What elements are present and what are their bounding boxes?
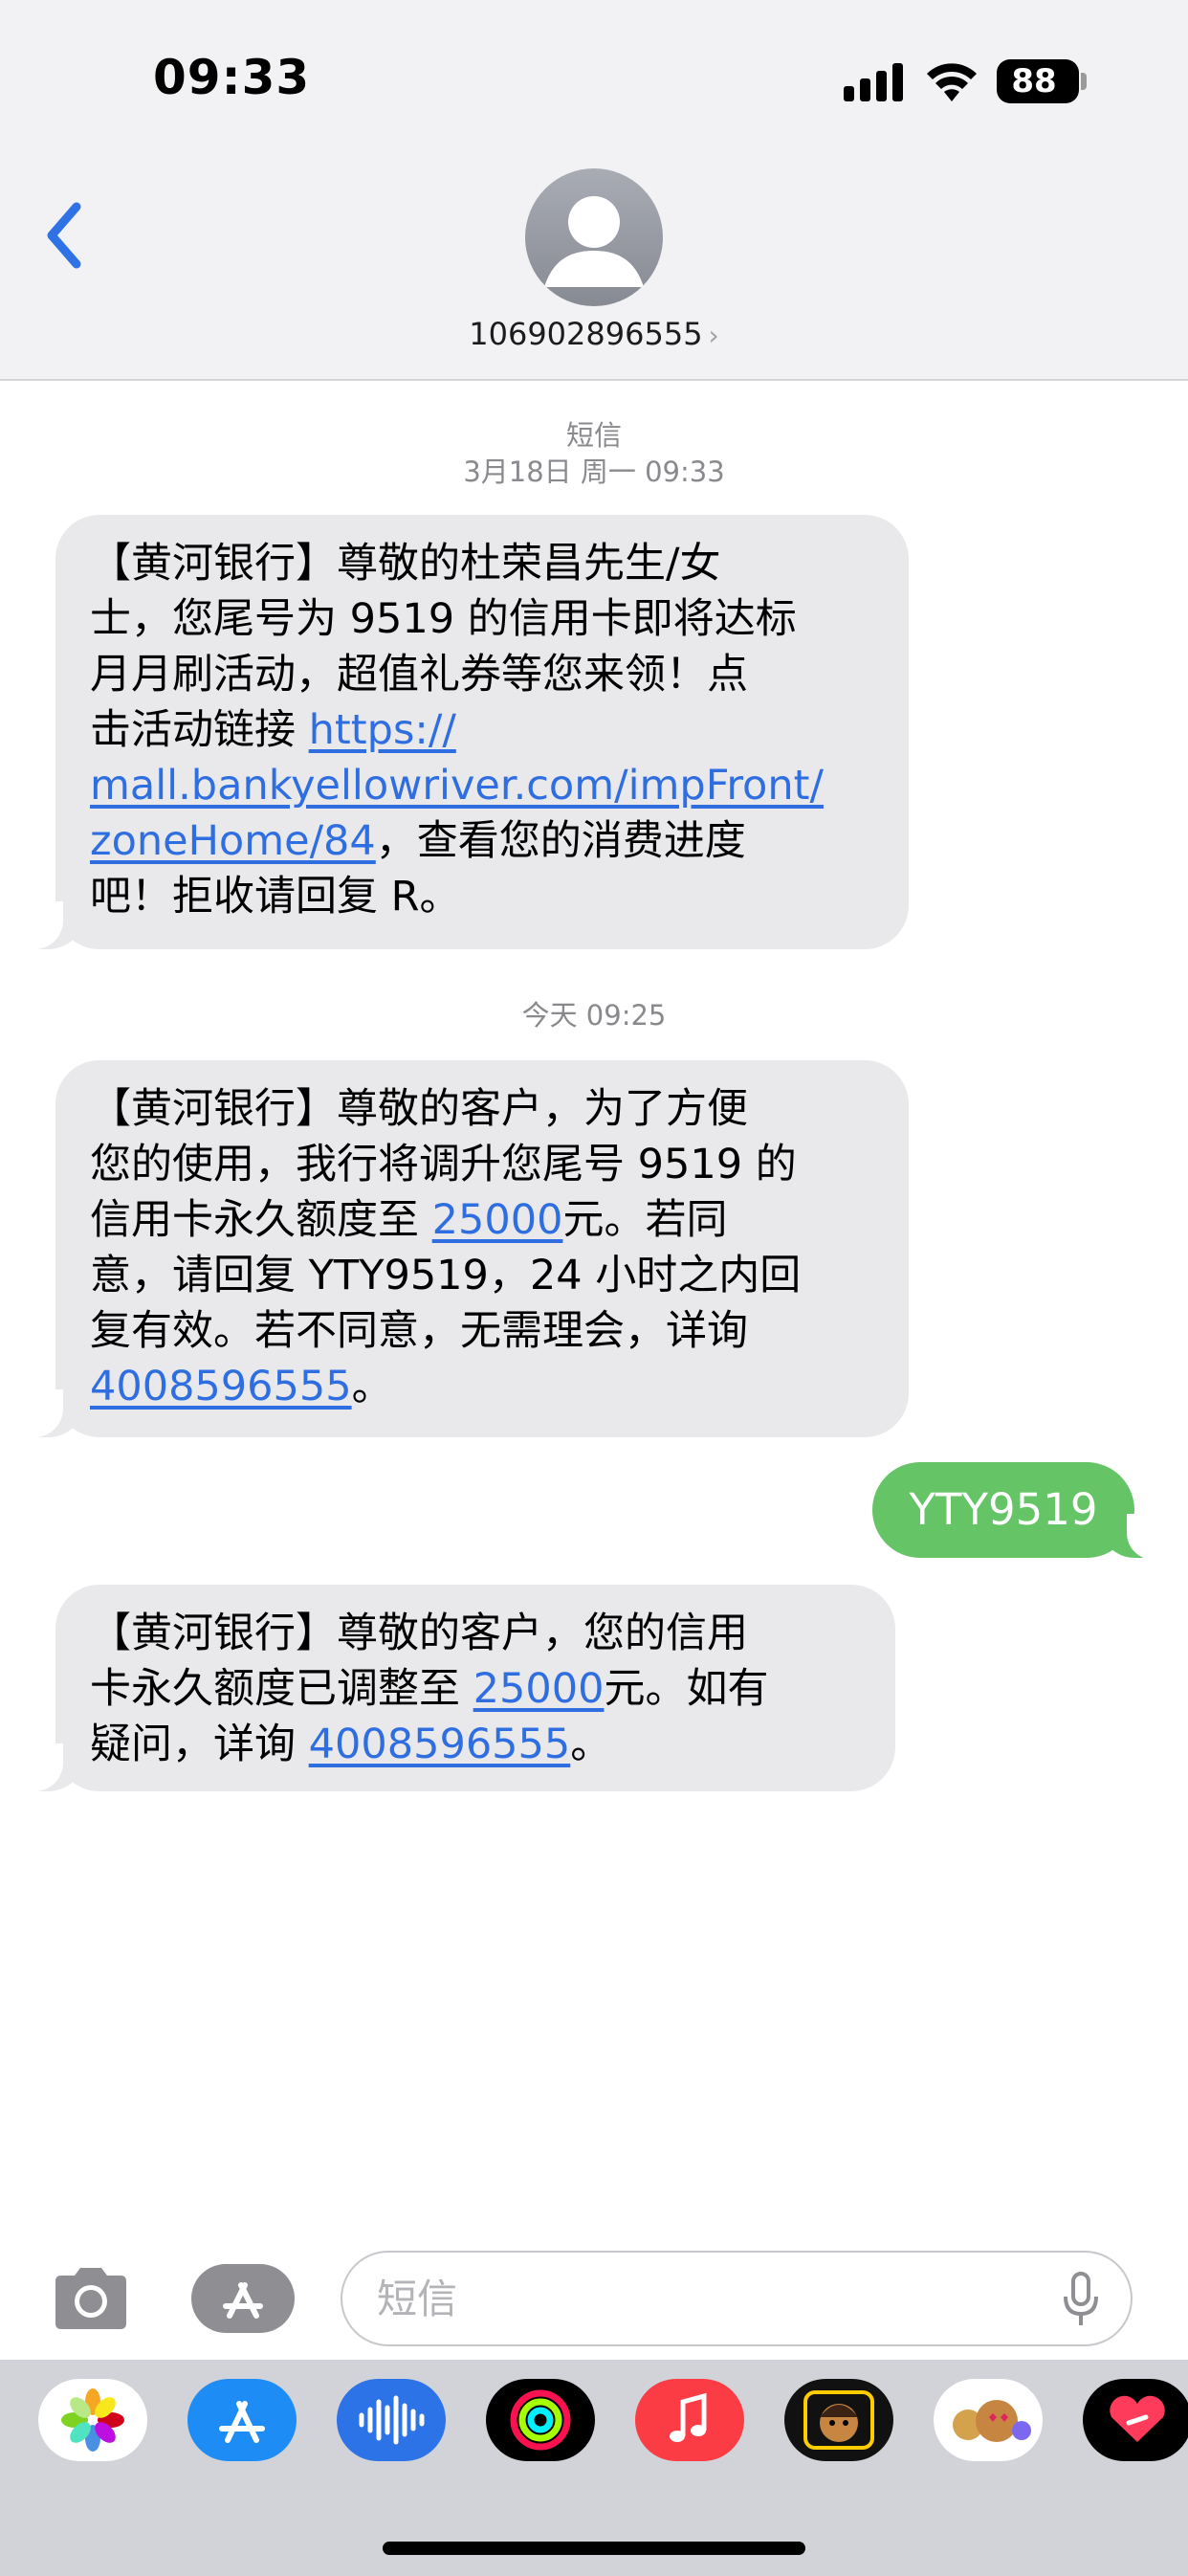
message-line: 击活动链接 https:// — [90, 706, 456, 754]
message-line: 【黄河银行】尊敬的客户，为了方便 — [90, 1085, 748, 1133]
app-store-button[interactable] — [191, 2264, 295, 2333]
message-line: 士，您尾号为 9519 的信用卡即将达标 — [90, 595, 797, 643]
promo-link[interactable]: https:// — [309, 706, 456, 754]
phone-number-link[interactable]: 4008596555 — [309, 1721, 571, 1768]
message-line: zoneHome/84，查看您的消费进度 — [90, 817, 746, 865]
battery-terminal — [1081, 73, 1087, 90]
memoji-app-icon[interactable] — [784, 2379, 893, 2461]
promo-link[interactable]: zoneHome/84 — [90, 817, 376, 865]
message-line: 意，请回复 YTY9519，24 小时之内回 — [90, 1252, 802, 1299]
cellular-signal-icon — [844, 63, 905, 101]
message-line: 信用卡永久额度至 25000元。若同 — [90, 1196, 728, 1244]
message-line: 您的使用，我行将调升您尾号 9519 的 — [90, 1141, 797, 1188]
wifi-icon — [927, 63, 977, 101]
service-label: 短信 — [565, 419, 622, 452]
message-timestamp: 3月18日 周一 09:33 — [463, 455, 725, 488]
amount-link[interactable]: 25000 — [473, 1665, 605, 1713]
status-time: 09:33 — [153, 50, 311, 105]
photos-app-icon[interactable] — [38, 2379, 147, 2461]
contact-avatar[interactable] — [525, 168, 663, 306]
message-line: 吧！拒收请回复 R。 — [90, 873, 461, 921]
message-line: 【黄河银行】尊敬的客户，您的信用 — [90, 1610, 748, 1657]
home-indicator[interactable] — [383, 2542, 805, 2555]
person-silhouette-icon — [544, 196, 644, 287]
back-chevron-icon[interactable] — [38, 197, 96, 274]
battery-level: 88 — [1011, 62, 1057, 100]
message-line: 卡永久额度已调整至 25000元。如有 — [90, 1665, 769, 1713]
audio-message-app-icon[interactable] — [337, 2379, 446, 2461]
app-store-app-icon[interactable] — [187, 2379, 297, 2461]
incoming-message-bubble[interactable]: 【黄河银行】尊敬的杜荣昌先生/女 士，您尾号为 9519 的信用卡即将达标 月月… — [55, 515, 909, 949]
outgoing-message-bubble[interactable]: YTY9519 — [872, 1462, 1134, 1558]
message-input[interactable] — [341, 2251, 1133, 2346]
fitness-rings-app-icon[interactable] — [486, 2379, 595, 2461]
message-timestamp: 今天 09:25 — [521, 999, 667, 1032]
music-app-icon[interactable] — [635, 2379, 744, 2461]
message-line: 【黄河银行】尊敬的杜荣昌先生/女 — [90, 540, 721, 588]
contact-name-row[interactable]: 106902896555 › — [0, 316, 1188, 352]
message-line: 复有效。若不同意，无需理会，详询 — [90, 1307, 748, 1355]
app-store-icon — [223, 2282, 263, 2319]
amount-link[interactable]: 25000 — [432, 1196, 563, 1244]
message-line: 月月刷活动，超值礼券等您来领！点 — [90, 651, 748, 699]
battery-icon: 88 — [997, 59, 1079, 103]
phone-number-link[interactable]: 4008596555 — [90, 1363, 352, 1410]
contact-number: 106902896555 — [469, 316, 703, 352]
promo-link[interactable]: mall.bankyellowriver.com/impFront/ — [90, 762, 824, 810]
incoming-message-bubble[interactable]: 【黄河银行】尊敬的客户，为了方便 您的使用，我行将调升您尾号 9519 的 信用… — [55, 1060, 909, 1437]
incoming-message-bubble[interactable]: 【黄河银行】尊敬的客户，您的信用 卡永久额度已调整至 25000元。如有 疑问，… — [55, 1585, 895, 1791]
camera-icon[interactable] — [48, 2264, 134, 2333]
message-line: 疑问，详询 4008596555。 — [90, 1721, 612, 1768]
animoji-stickers-app-icon[interactable] — [934, 2379, 1043, 2461]
conversation-header: 09:33 88 106902896555 › — [0, 0, 1188, 381]
microphone-icon[interactable] — [1062, 2272, 1100, 2327]
message-line: 4008596555。 — [90, 1363, 393, 1410]
digital-touch-app-icon[interactable] — [1083, 2379, 1188, 2461]
message-line: mall.bankyellowriver.com/impFront/ — [90, 758, 909, 813]
chevron-right-icon: › — [708, 320, 719, 351]
